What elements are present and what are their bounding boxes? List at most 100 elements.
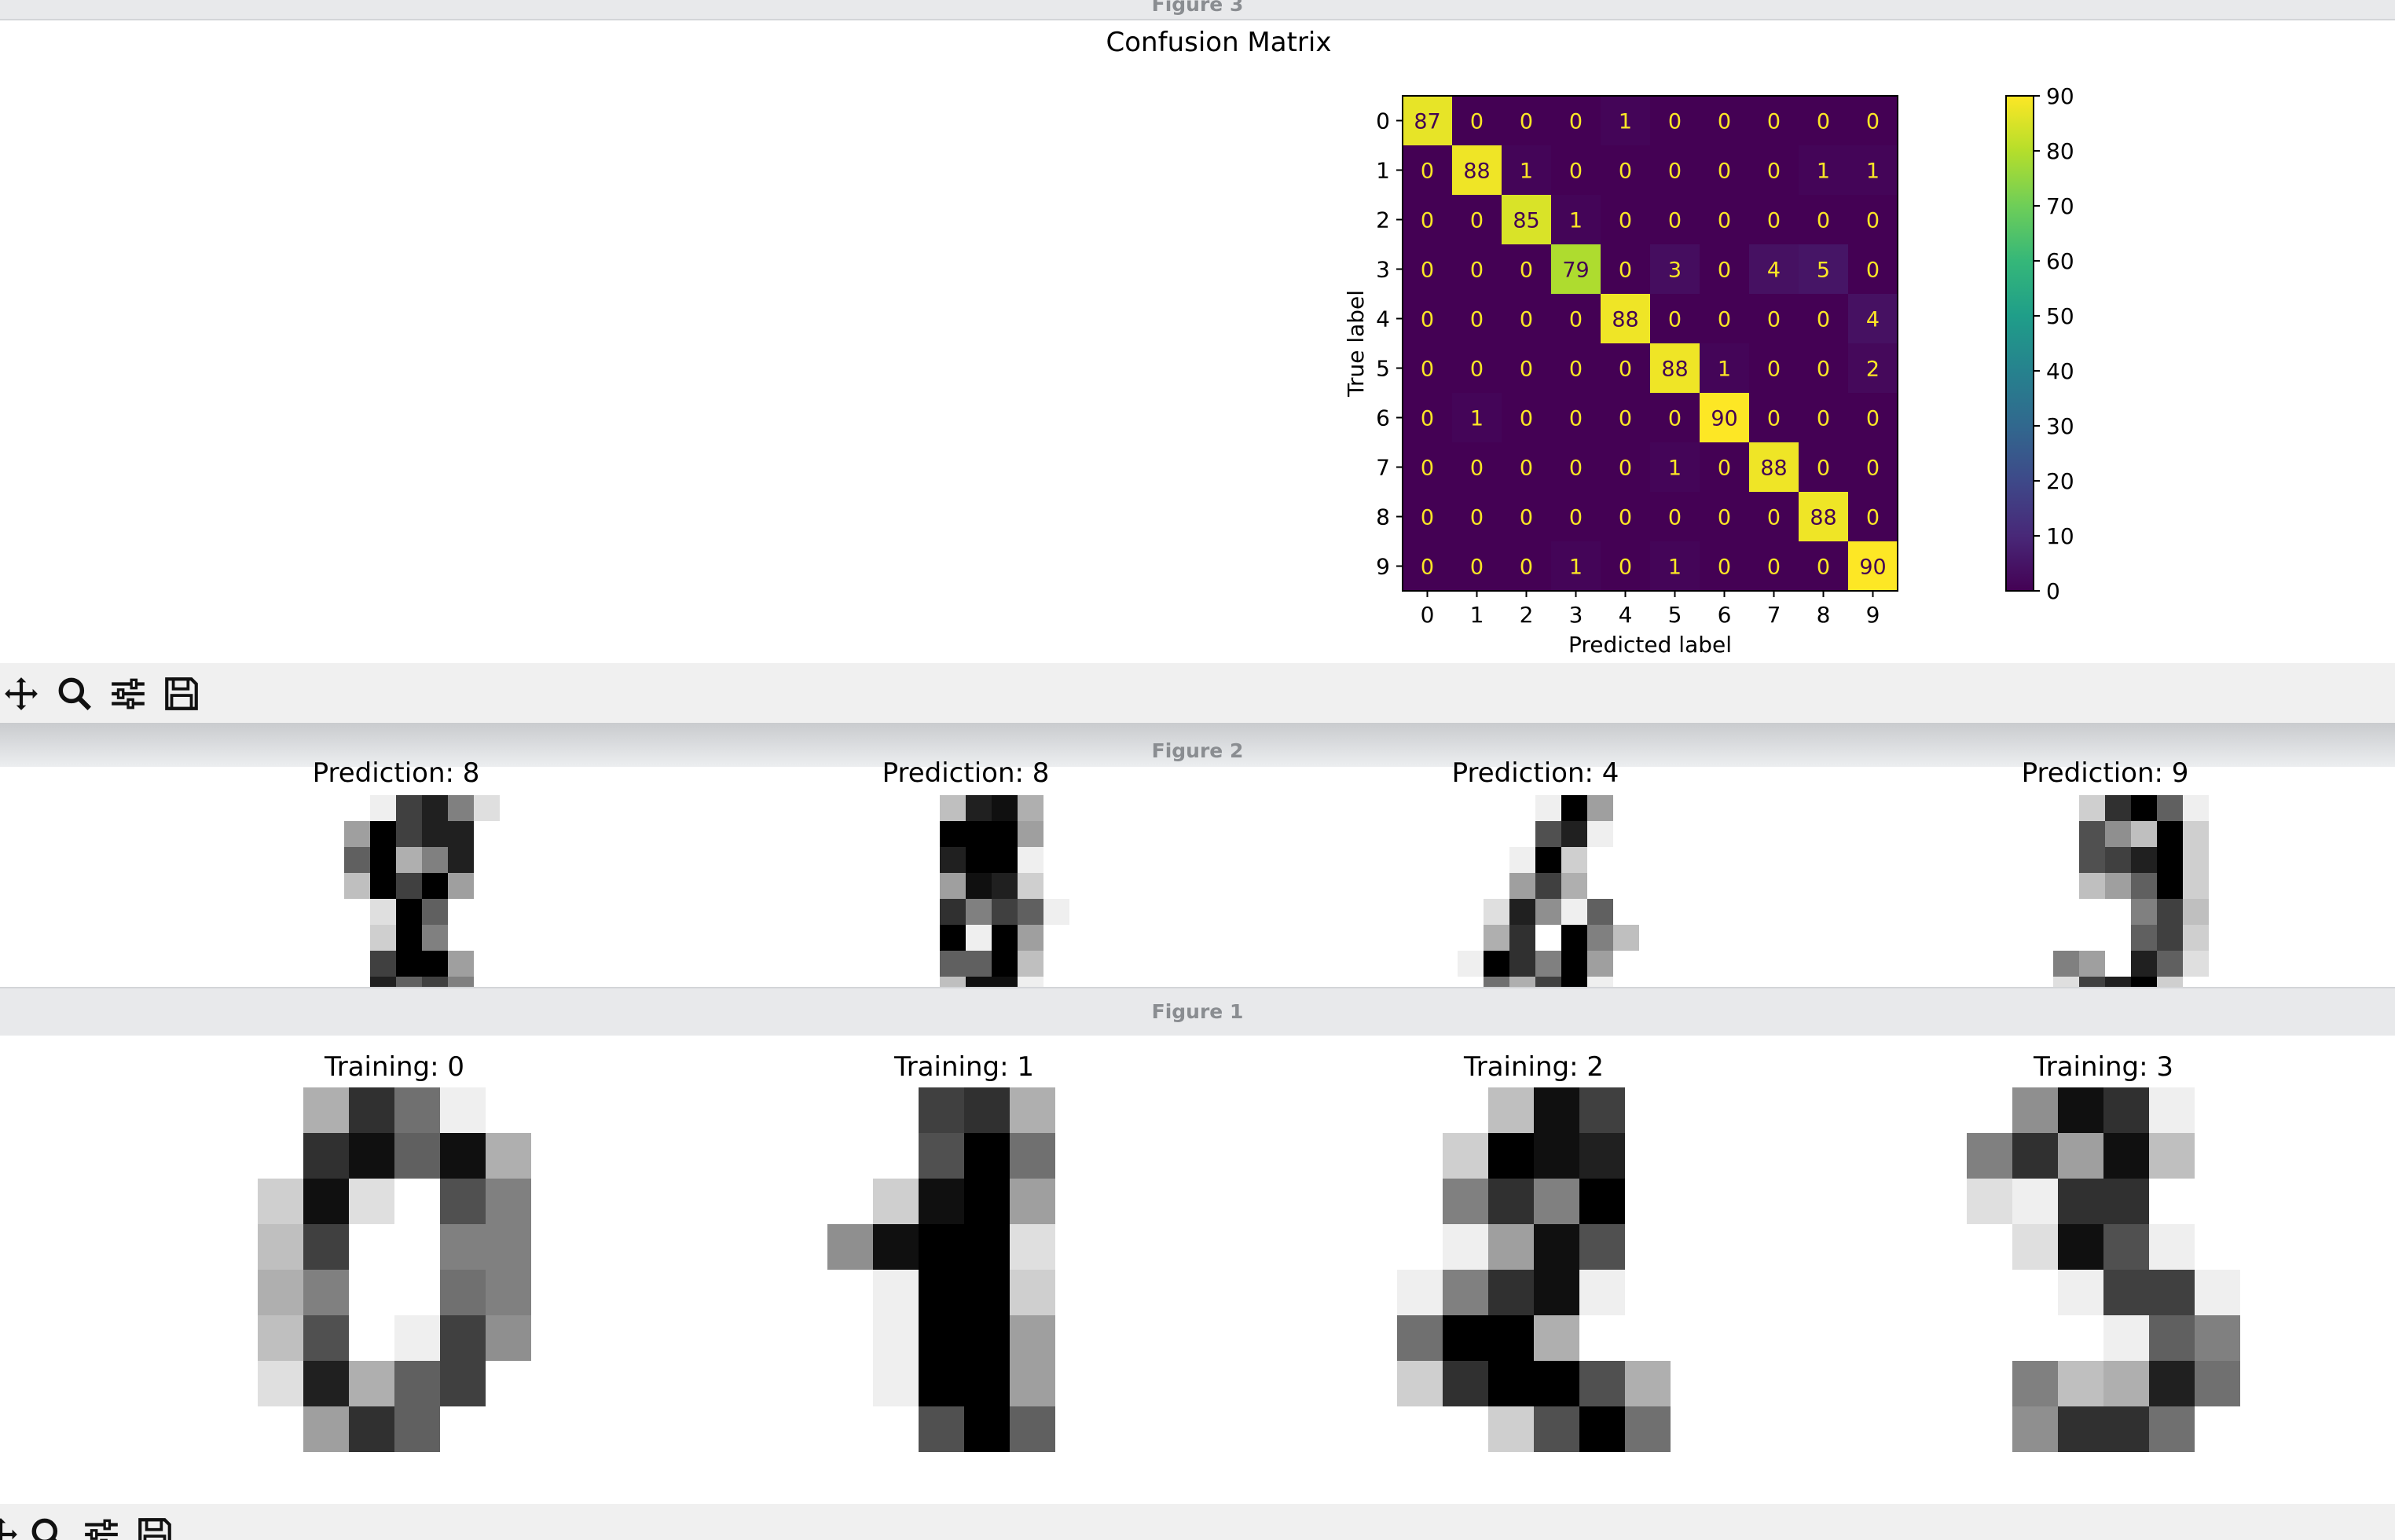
figure1-title: Figure 1	[1151, 1000, 1244, 1023]
digit-pixel	[344, 847, 370, 873]
digit-pixel	[2079, 925, 2105, 951]
zoom-button[interactable]	[50, 669, 99, 718]
colorbar-tick-label: 60	[2046, 248, 2074, 274]
digit-pixel	[1397, 1315, 1443, 1361]
digit-pixel	[1534, 1133, 1579, 1179]
digit-pixel	[2027, 847, 2053, 873]
save-button[interactable]	[130, 1510, 179, 1540]
digit-pixel	[992, 873, 1018, 899]
configure-icon	[85, 1519, 118, 1540]
digit-pixel	[212, 1224, 258, 1270]
digit-pixel	[1018, 977, 1043, 987]
digit-pixel	[2240, 1179, 2286, 1224]
save-button[interactable]	[157, 669, 206, 718]
digit-pixel	[1432, 951, 1458, 977]
digit-pixel	[292, 899, 318, 925]
digit-pixel	[940, 795, 966, 821]
digit-pixel	[862, 925, 888, 951]
digit-pixel	[1018, 873, 1043, 899]
x-tick-label: 5	[1668, 602, 1682, 628]
digit-pixel	[344, 925, 370, 951]
digit-pixel	[258, 1361, 303, 1406]
digit-pixel	[2183, 821, 2209, 847]
cm-cell-label: 0	[1718, 456, 1731, 481]
digit-pixel	[1055, 1179, 1101, 1224]
digit-pixel	[862, 977, 888, 987]
digit-pixel	[2103, 1087, 2149, 1133]
configure-button[interactable]	[104, 669, 152, 718]
digit-pixel	[318, 847, 344, 873]
digit-pixel	[1043, 873, 1069, 899]
digit-pixel	[1432, 873, 1458, 899]
digit-pixel	[827, 1133, 873, 1179]
digit-pixel	[318, 795, 344, 821]
prediction-digit-image	[2001, 795, 2209, 987]
y-tick-label: 7	[1376, 455, 1390, 481]
cm-cell-label: 0	[1817, 556, 1830, 580]
digit-pixel	[1443, 1315, 1488, 1361]
digit-pixel	[1018, 795, 1043, 821]
digit-pixel	[873, 1361, 919, 1406]
digit-pixel	[1397, 1224, 1443, 1270]
digit-pixel	[448, 873, 474, 899]
digit-pixel	[2131, 925, 2157, 951]
digit-pixel	[1967, 1224, 2012, 1270]
digit-pixel	[1625, 1224, 1671, 1270]
cm-cell-label: 0	[1421, 209, 1434, 233]
move-icon	[5, 677, 38, 710]
digit-pixel	[1352, 1315, 1397, 1361]
digit-pixel	[422, 977, 448, 987]
digit-pixel	[1561, 873, 1587, 899]
cm-cell-label: 0	[1569, 506, 1583, 530]
digit-pixel	[318, 873, 344, 899]
cm-cell-label: 0	[1866, 258, 1880, 283]
digit-pixel	[303, 1087, 349, 1133]
digit-pixel	[964, 1361, 1010, 1406]
digit-pixel	[2001, 977, 2027, 987]
digit-pixel	[2079, 873, 2105, 899]
digit-pixel	[1509, 795, 1535, 821]
y-axis-label: True label	[1343, 290, 1369, 398]
prediction-digit-image	[1432, 795, 1639, 987]
digit-pixel	[448, 951, 474, 977]
digit-pixel	[2058, 1179, 2103, 1224]
digit-pixel	[1488, 1179, 1534, 1224]
digit-pixel	[2079, 899, 2105, 925]
digit-pixel	[964, 1406, 1010, 1452]
cm-cell-label: 0	[1569, 110, 1583, 134]
digit-pixel	[2157, 873, 2183, 899]
digit-pixel	[422, 795, 448, 821]
zoom-icon	[31, 1518, 58, 1540]
digit-pixel	[303, 1315, 349, 1361]
cm-cell-label: 0	[1619, 407, 1632, 431]
digit-pixel	[370, 795, 396, 821]
pan-button[interactable]	[0, 669, 46, 718]
cm-cell-label: 0	[1767, 506, 1781, 530]
pan-button[interactable]	[0, 1510, 25, 1540]
digit-pixel	[1921, 1224, 1967, 1270]
digit-pixel	[1010, 1406, 1055, 1452]
digit-pixel	[2027, 821, 2053, 847]
digit-pixel	[2058, 1087, 2103, 1133]
configure-button[interactable]	[77, 1510, 126, 1540]
digit-pixel	[2079, 951, 2105, 977]
cm-cell-label: 4	[1767, 258, 1781, 283]
y-tick-label: 1	[1376, 158, 1390, 184]
digit-pixel	[2012, 1224, 2058, 1270]
digit-pixel	[1055, 1361, 1101, 1406]
digit-pixel	[531, 1179, 577, 1224]
digit-pixel	[1579, 1224, 1625, 1270]
digit-pixel	[440, 1361, 486, 1406]
digit-pixel	[873, 1406, 919, 1452]
digit-pixel	[940, 925, 966, 951]
digit-pixel	[258, 1179, 303, 1224]
digit-pixel	[1458, 925, 1484, 951]
digit-pixel	[2027, 873, 2053, 899]
digit-pixel	[1535, 847, 1561, 873]
zoom-button[interactable]	[24, 1510, 72, 1540]
digit-pixel	[2105, 847, 2131, 873]
digit-pixel	[396, 951, 422, 977]
digit-pixel	[1458, 951, 1484, 977]
digit-pixel	[992, 977, 1018, 987]
digit-pixel	[2027, 951, 2053, 977]
